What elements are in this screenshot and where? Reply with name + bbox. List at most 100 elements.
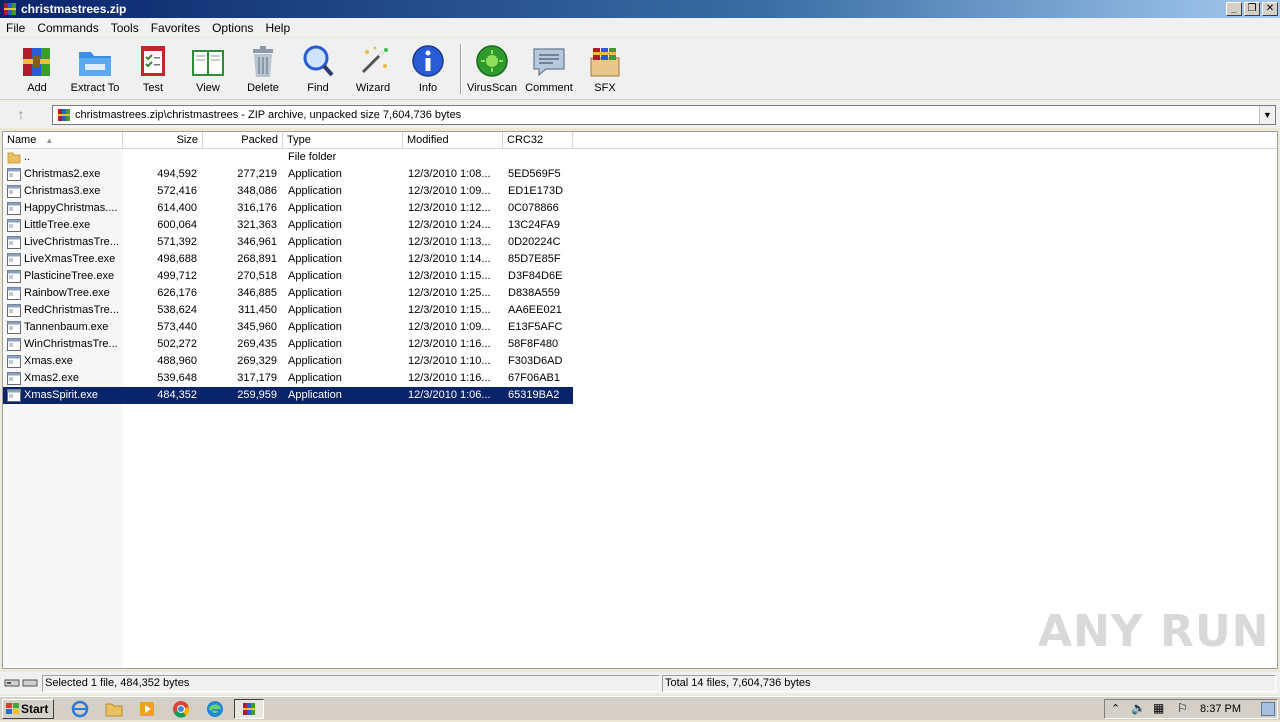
file-row[interactable]: LiveXmasTree.exe 498,688 268,891 Applicatio… [3,251,573,268]
menu-bar: File Commands Tools Favorites Options He… [0,18,1280,37]
status-bar: Selected 1 file, 484,352 bytes Total 14 … [0,672,1280,694]
file-modified: 12/3/2010 1:16... [408,338,491,350]
taskbar-chrome[interactable] [169,699,193,719]
file-name: Christmas2.exe [24,168,101,180]
minimize-button[interactable]: _ [1226,2,1242,16]
view-book-icon [192,50,224,76]
column-crc32[interactable]: CRC32 [503,132,573,149]
sfx-button[interactable]: SFX [577,42,633,98]
file-crc32: ED1E173D [508,185,564,197]
comment-button[interactable]: Comment [521,42,577,98]
file-row[interactable]: Tannenbaum.exe 573,440 345,960 Application 1… [3,319,573,336]
file-type: Application [288,304,342,316]
network-icon[interactable]: ▦ [1153,701,1164,715]
restore-button[interactable]: ❐ [1244,2,1260,16]
volume-icon[interactable]: 🔈 [1131,701,1146,715]
file-modified: 12/3/2010 1:08... [408,168,491,180]
file-packed: 311,450 [238,304,277,316]
column-name-label: Name [7,134,37,146]
delete-label: Delete [247,82,279,94]
show-hidden-icons-icon[interactable]: ⌃ [1111,702,1120,715]
start-button[interactable]: Start [2,699,54,719]
ie-icon [71,700,89,718]
file-size: 573,440 [157,321,197,333]
extract-to-button[interactable]: Extract To [67,42,123,98]
file-crc32: AA6EE021 [508,304,562,316]
taskbar-media-player[interactable] [135,699,159,719]
taskbar-explorer[interactable] [102,699,126,719]
file-modified: 12/3/2010 1:10... [408,355,491,367]
file-name: LiveChristmasTre... [24,236,119,248]
file-row[interactable]: Xmas.exe 488,960 269,329 Application 12/3/20… [3,353,573,370]
file-size: 499,712 [157,270,197,282]
parent-folder-row[interactable]: .. File folder [3,149,573,166]
action-center-flag-icon[interactable]: ⚐ [1177,701,1188,715]
file-row[interactable]: RainbowTree.exe 626,176 346,885 Application… [3,285,573,302]
file-row[interactable]: XmasSpirit.exe 484,352 259,959 Application 1… [3,387,573,404]
file-row[interactable]: HappyChristmas.... 614,400 316,176 Applicat… [3,200,573,217]
menu-tools[interactable]: Tools [105,21,145,35]
view-button[interactable]: View [180,42,236,98]
file-row[interactable]: Christmas3.exe 572,416 348,086 Application 1… [3,183,573,200]
file-row[interactable]: Christmas2.exe 494,592 277,219 Application 1… [3,166,573,183]
file-name: WinChristmasTre... [24,338,118,350]
address-dropdown-button[interactable]: ▼ [1259,106,1275,124]
add-button[interactable]: Add [9,42,65,98]
application-exe-icon [7,270,21,283]
taskbar-edge[interactable] [203,699,227,719]
test-clipboard-icon [141,46,165,76]
column-modified[interactable]: Modified [403,132,503,149]
file-row[interactable]: PlasticineTree.exe 499,712 270,518 Applicat… [3,268,573,285]
column-packed[interactable]: Packed [203,132,283,149]
file-modified: 12/3/2010 1:09... [408,185,491,197]
menu-favorites[interactable]: Favorites [145,21,206,35]
column-type[interactable]: Type [283,132,403,149]
file-modified: 12/3/2010 1:24... [408,219,491,231]
application-exe-icon [7,185,21,198]
menu-commands[interactable]: Commands [31,21,104,35]
file-size: 614,400 [157,202,197,214]
wizard-button[interactable]: Wizard [345,42,401,98]
taskbar-winrar[interactable] [234,699,264,719]
delete-button[interactable]: Delete [235,42,291,98]
file-row[interactable]: LittleTree.exe 600,064 321,363 Application 1… [3,217,573,234]
show-desktop-button[interactable] [1261,702,1275,716]
file-type: Application [288,287,342,299]
drive-icon [4,679,38,687]
toolbar-separator [460,44,462,94]
file-packed: 269,329 [237,355,277,367]
menu-help[interactable]: Help [259,21,296,35]
application-exe-icon [7,219,21,232]
file-name: HappyChristmas.... [24,202,118,214]
add-label: Add [27,82,47,94]
address-field[interactable]: christmastrees.zip\christmastrees - ZIP … [52,105,1276,125]
close-button[interactable]: ✕ [1262,2,1278,16]
column-name[interactable]: Name ▲ [3,132,123,149]
winrar-icon [4,3,16,15]
menu-options[interactable]: Options [206,21,259,35]
media-player-icon [140,702,154,716]
file-size: 484,352 [157,389,197,401]
comment-label: Comment [525,82,573,94]
menu-file[interactable]: File [0,21,31,35]
find-button[interactable]: Find [290,42,346,98]
parent-folder-name: .. [24,151,31,163]
clock: 8:37 PM [1200,703,1241,715]
file-modified: 12/3/2010 1:15... [408,304,491,316]
file-row[interactable]: WinChristmasTre... 502,272 269,435 Applicat… [3,336,573,353]
column-size[interactable]: Size [123,132,203,149]
up-one-level-button[interactable]: ↑ [10,106,32,124]
taskbar-ie[interactable] [68,699,92,719]
file-name: RedChristmasTre... [24,304,119,316]
file-name: LittleTree.exe [24,219,91,231]
file-size: 488,960 [157,355,197,367]
file-row[interactable]: RedChristmasTre... 538,624 311,450 Applicat… [3,302,573,319]
test-button[interactable]: Test [125,42,181,98]
info-button[interactable]: Info [400,42,456,98]
file-modified: 12/3/2010 1:06... [408,389,491,401]
file-row[interactable]: Xmas2.exe 539,648 317,179 Application 12/3/2… [3,370,573,387]
file-row[interactable]: LiveChristmasTre... 571,392 346,961 Applica… [3,234,573,251]
virusscan-button[interactable]: VirusScan [464,42,520,98]
file-size: 572,416 [157,185,197,197]
application-exe-icon [7,202,21,215]
